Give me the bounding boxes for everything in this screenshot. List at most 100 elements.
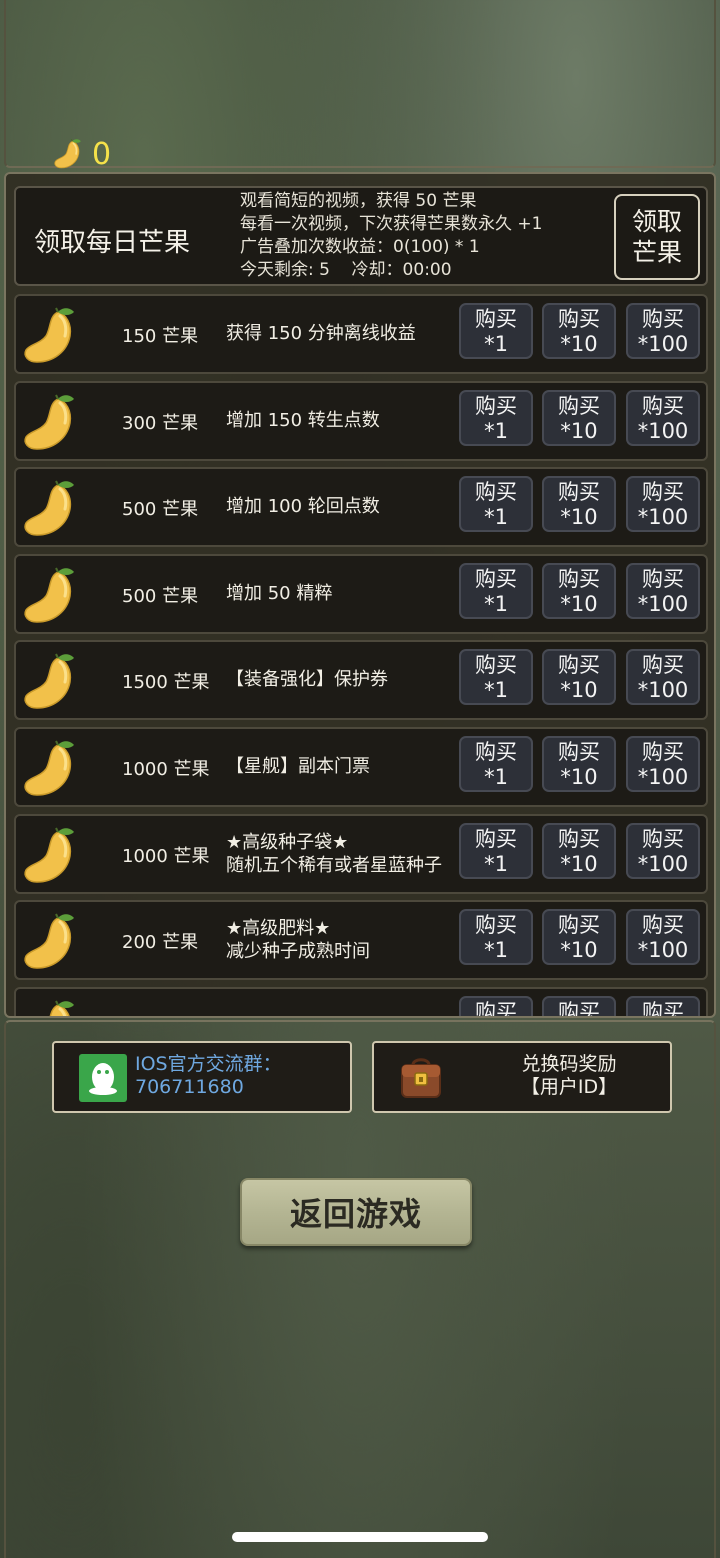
buy-quantity: *100 — [637, 591, 689, 616]
qq-group-button[interactable]: IOS官方交流群： 706711680 — [52, 1041, 352, 1113]
mango-icon — [20, 306, 76, 366]
buy-quantity: *100 — [637, 678, 689, 703]
buy-quantity: *100 — [637, 938, 689, 963]
claim-label-1: 领取 — [631, 207, 682, 236]
redeem-code-button[interactable]: 兑换码奖励 【用户ID】 — [372, 1041, 672, 1113]
buy-x1-button[interactable]: 购买*1 — [459, 389, 533, 446]
buy-x10-button[interactable]: 购买*10 — [542, 389, 616, 446]
buy-x1-button[interactable]: 购买*1 — [459, 995, 533, 1018]
buy-x1-button[interactable]: 购买*1 — [459, 562, 533, 619]
buy-label: 购买 — [475, 480, 517, 505]
item-desc-line: 增加 50 精粹 — [226, 582, 333, 604]
item-description: ★高级肥料★ 减少种子成熟时间 — [226, 917, 370, 963]
buy-x100-button[interactable]: 购买*100 — [626, 649, 700, 706]
item-desc-line: 【记录】副本 2 门票 — [226, 1015, 393, 1017]
buy-x10-button[interactable]: 购买*10 — [542, 735, 616, 792]
item-description: 获得 150 分钟离线收益 — [226, 322, 416, 345]
item-description: 【记录】副本 2 门票 — [226, 1015, 393, 1017]
item-price: 1000 芒果 — [122, 758, 210, 780]
mango-currency: 0 — [50, 136, 111, 172]
item-desc-line: 获得 150 分钟离线收益 — [226, 323, 416, 344]
buy-label: 购买 — [475, 393, 517, 418]
shop-item-row: 500 芒果 增加 100 轮回点数 购买 *1 购买 *10 购买 *100 — [14, 467, 708, 548]
shop-item-row: 500 芒果 增加 50 精粹 购买 *1 购买 *10 购买 *100 — [14, 553, 708, 634]
item-description: 增加 150 转生点数 — [226, 409, 380, 432]
return-to-game-button[interactable]: 返回游戏 — [240, 1178, 472, 1246]
redeem-user-id: 【用户ID】 — [520, 1076, 618, 1098]
buy-x1-button[interactable]: 购买*1 — [459, 476, 533, 533]
buy-quantity: *100 — [637, 332, 689, 356]
buy-x10-button[interactable]: 购买*10 — [542, 822, 616, 879]
buy-quantity: *100 — [637, 851, 689, 876]
buy-quantity: *100 — [637, 764, 689, 789]
buy-x100-button[interactable]: 购买*100 — [626, 822, 700, 879]
claim-label-2: 芒果 — [631, 238, 682, 267]
item-price: 500 芒果 — [122, 585, 199, 607]
buy-x1-button[interactable]: 购买*1 — [459, 649, 533, 706]
buy-x100-button[interactable]: 购买*100 — [626, 303, 700, 359]
item-desc-line: 增加 150 转生点数 — [226, 409, 380, 431]
buy-x100-button[interactable]: 购买*100 — [626, 476, 700, 533]
daily-info-line: 每看一次视频，下次获得芒果数永久 +1 — [240, 214, 543, 234]
item-desc-line: 随机五个稀有或者星蓝种子 — [226, 854, 442, 876]
buy-x100-button[interactable]: 购买*100 — [626, 562, 700, 619]
buy-label: 购买 — [475, 653, 517, 678]
buy-label: 购买 — [558, 566, 600, 591]
shop-item-row: 150 芒果 获得 150 分钟离线收益 购买 *1 购买 *10 购买 *100 — [14, 294, 708, 374]
shop-item-row: 200 芒果 ★高级肥料★ 减少种子成熟时间 购买 *1 购买 *10 购买 *100 — [14, 900, 708, 981]
item-description: ★高级种子袋★ 随机五个稀有或者星蓝种子 — [226, 831, 442, 877]
mango-icon — [20, 739, 76, 799]
buy-label: 购买 — [475, 307, 517, 331]
mango-icon — [20, 652, 76, 712]
mango-count: 0 — [92, 136, 112, 172]
buy-x1-button[interactable]: 购买*1 — [459, 735, 533, 792]
buy-x1-button[interactable]: 购买*1 — [459, 909, 533, 966]
daily-info: 观看简短的视频，获得 50 芒果 每看一次视频，下次获得芒果数永久 +1 广告叠… — [240, 190, 542, 282]
mango-icon — [20, 826, 76, 886]
buy-label: 购买 — [475, 739, 517, 764]
item-description: 增加 100 轮回点数 — [226, 495, 380, 518]
shop-item-list[interactable]: 150 芒果 获得 150 分钟离线收益 购买 *1 购买 *10 购买 *100 300 芒果… — [14, 294, 708, 1018]
buy-x1-button[interactable]: 购买*1 — [459, 303, 533, 359]
bag-icon — [401, 1058, 441, 1098]
buy-x100-button[interactable]: 购买*100 — [626, 909, 700, 966]
buy-label: 购买 — [558, 307, 600, 331]
buy-label: 购买 — [642, 653, 684, 678]
item-price: 150 芒果 — [122, 326, 199, 347]
buy-label: 购买 — [642, 913, 684, 938]
buy-quantity: *10 — [560, 332, 598, 356]
buy-quantity: *10 — [560, 418, 598, 443]
buy-quantity: *10 — [560, 678, 598, 703]
buy-x100-button[interactable]: 购买*100 — [626, 735, 700, 792]
buy-label: 购买 — [475, 913, 517, 938]
buy-quantity: *100 — [637, 505, 689, 530]
buy-quantity: *1 — [484, 418, 508, 443]
buy-x10-button[interactable]: 购买*10 — [542, 562, 616, 619]
buy-x1-button[interactable]: 购买*1 — [459, 822, 533, 879]
claim-mango-button[interactable]: 领取 芒果 — [614, 194, 700, 280]
buy-label: 购买 — [475, 826, 517, 851]
buy-x10-button[interactable]: 购买*10 — [542, 995, 616, 1016]
buy-x100-button[interactable]: 购买*100 — [626, 995, 700, 1016]
shop-item-row: 500 芒果 【记录】副本 2 门票 购买*1 购买*10 购买*100 — [14, 986, 708, 1018]
daily-info-line: 今天剩余: 5 冷却：00:00 — [240, 260, 452, 280]
buy-x10-button[interactable]: 购买*10 — [542, 476, 616, 533]
item-price: 500 芒果 — [122, 499, 199, 521]
mango-shop-panel: 领取每日芒果 观看简短的视频，获得 50 芒果 每看一次视频，下次获得芒果数永久… — [4, 172, 716, 1018]
buy-label: 购买 — [642, 480, 684, 505]
item-description: 【装备强化】保护券 — [226, 668, 388, 691]
buy-label: 购买 — [475, 999, 517, 1018]
mango-icon — [20, 999, 76, 1018]
home-indicator[interactable] — [232, 1532, 488, 1542]
shop-item-row: 1500 芒果 【装备强化】保护券 购买 *1 购买 *10 购买 *100 — [14, 640, 708, 721]
qq-penguin-icon — [79, 1054, 127, 1102]
redeem-text: 兑换码奖励 【用户ID】 — [474, 1053, 664, 1099]
buy-x10-button[interactable]: 购买*10 — [542, 909, 616, 966]
item-price: 300 芒果 — [122, 412, 199, 434]
buy-x10-button[interactable]: 购买*10 — [542, 649, 616, 706]
daily-title: 领取每日芒果 — [34, 228, 191, 258]
buy-quantity: *1 — [484, 851, 508, 876]
buy-x100-button[interactable]: 购买*100 — [626, 389, 700, 446]
buy-label: 购买 — [558, 739, 600, 764]
buy-x10-button[interactable]: 购买*10 — [542, 303, 616, 359]
